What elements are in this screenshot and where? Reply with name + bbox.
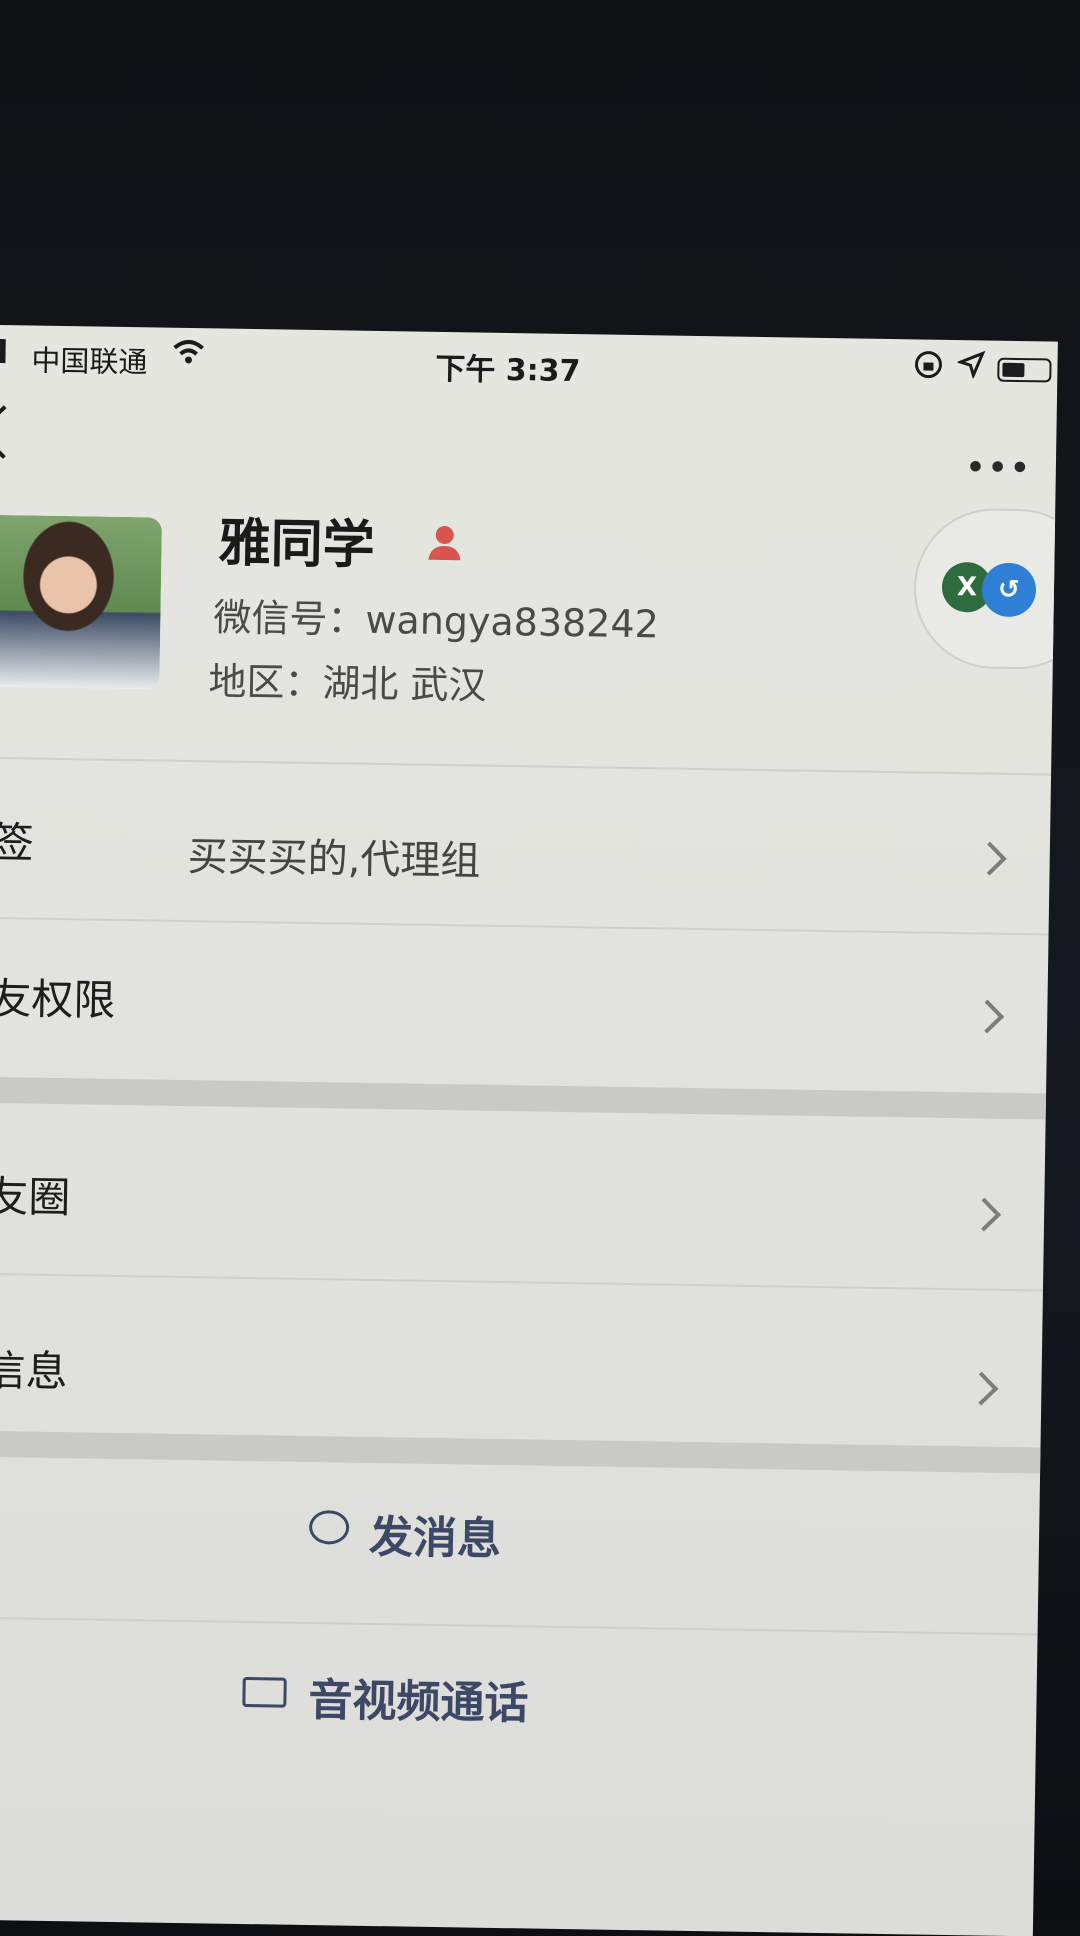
female-icon <box>424 522 465 567</box>
more-icon[interactable]: ••• <box>966 450 1033 486</box>
chevron-right-icon <box>972 841 1007 876</box>
row-label: 友权限 <box>0 973 116 1025</box>
phone-screen: 中国联通 下午 3:37 ••• X ↺ 雅同学 微信号：wangya83824… <box>0 325 1058 1936</box>
status-time: 下午 3:37 <box>435 351 581 390</box>
row-more-info[interactable]: 信息 <box>0 1277 1043 1444</box>
battery-icon <box>997 357 1052 383</box>
chevron-right-icon <box>967 1197 1002 1232</box>
wechat-id: 微信号：wangya838242 <box>213 595 660 647</box>
carrier-label: 中国联通 <box>31 343 148 380</box>
row-label: 信息 <box>0 1345 68 1397</box>
signal-icon <box>0 338 6 364</box>
row-value: 买买买的,代理组 <box>187 834 481 885</box>
send-message-button[interactable]: 发消息 <box>0 1457 1040 1624</box>
video-icon <box>242 1676 287 1708</box>
row-moments[interactable]: 友圈 <box>0 1103 1046 1270</box>
row-label: 友圈 <box>0 1171 71 1223</box>
location-icon <box>956 350 986 385</box>
message-icon <box>308 1510 350 1545</box>
profile-name: 雅同学 <box>218 513 376 576</box>
region: 地区：湖北 武汉 <box>208 659 487 708</box>
send-message-label: 发消息 <box>368 1511 502 1566</box>
av-call-label: 音视频通话 <box>308 1675 529 1730</box>
avatar[interactable] <box>0 514 162 690</box>
row-tags[interactable]: 签 买买买的,代理组 <box>0 765 1051 932</box>
chevron-right-icon <box>964 1371 999 1406</box>
back-icon[interactable] <box>0 405 31 459</box>
floating-link-icon[interactable]: ↺ <box>981 562 1037 618</box>
chevron-right-icon <box>970 999 1005 1034</box>
rotation-lock-icon <box>913 349 944 386</box>
av-call-button[interactable]: 音视频通话 <box>0 1621 1038 1788</box>
floating-window-pill[interactable]: X ↺ <box>912 507 1058 671</box>
wifi-icon <box>171 338 206 374</box>
row-label: 签 <box>0 817 35 868</box>
row-friend-permission[interactable]: 友权限 <box>0 921 1049 1088</box>
